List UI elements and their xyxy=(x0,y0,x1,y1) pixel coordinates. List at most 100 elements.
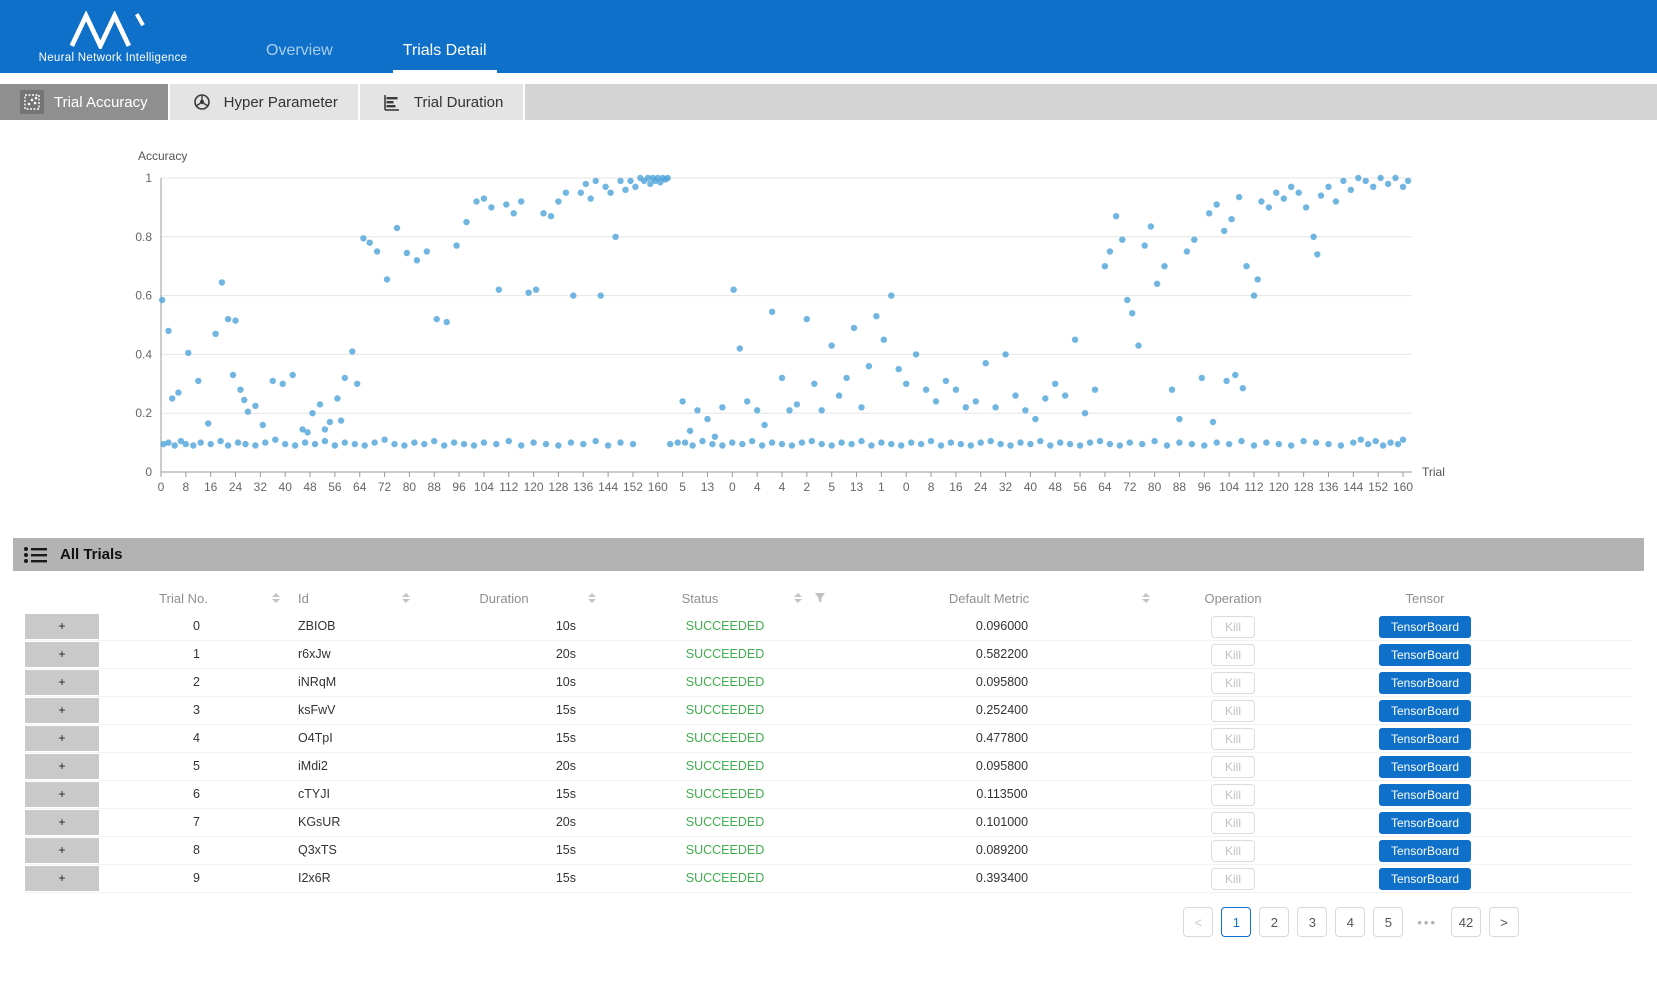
nav-trials-detail[interactable]: Trials Detail xyxy=(393,42,497,73)
sort-icon[interactable] xyxy=(794,593,802,603)
svg-text:96: 96 xyxy=(1198,480,1212,494)
accuracy-chart: 00.20.40.60.8108162432404856647280889610… xyxy=(0,130,1657,510)
cell-id: iMdi2 xyxy=(294,753,424,780)
kill-button[interactable]: Kill xyxy=(1211,868,1255,890)
sort-icon[interactable] xyxy=(402,593,410,603)
svg-text:56: 56 xyxy=(328,480,342,494)
svg-text:0.2: 0.2 xyxy=(135,406,152,420)
pagination-page-5[interactable]: 5 xyxy=(1373,907,1403,937)
cell-id: O4TpI xyxy=(294,725,424,752)
chart-tabbar: Trial Accuracy Hyper Parameter Trial Dur… xyxy=(0,84,1657,120)
tab-hyper-parameter[interactable]: Hyper Parameter xyxy=(170,84,360,120)
pagination-next-button[interactable]: > xyxy=(1489,907,1519,937)
filter-icon[interactable] xyxy=(814,592,826,604)
kill-button[interactable]: Kill xyxy=(1211,700,1255,722)
svg-text:40: 40 xyxy=(1024,480,1038,494)
svg-text:80: 80 xyxy=(403,480,417,494)
nav-overview[interactable]: Overview xyxy=(256,42,343,73)
svg-text:48: 48 xyxy=(303,480,317,494)
svg-text:72: 72 xyxy=(1123,480,1137,494)
tensorboard-button[interactable]: TensorBoard xyxy=(1379,756,1471,778)
pagination-prev-button[interactable]: < xyxy=(1183,907,1213,937)
kill-button[interactable]: Kill xyxy=(1211,728,1255,750)
cell-default-metric: 0.252400 xyxy=(840,697,1164,724)
svg-text:24: 24 xyxy=(229,480,243,494)
svg-text:0: 0 xyxy=(145,465,152,479)
scatter-chart-icon xyxy=(20,90,44,114)
svg-text:112: 112 xyxy=(499,480,518,494)
expand-row-button[interactable]: + xyxy=(25,838,99,863)
column-default-metric: Default Metric xyxy=(840,591,1164,606)
svg-text:0: 0 xyxy=(729,480,736,494)
pagination-page-42[interactable]: 42 xyxy=(1451,907,1481,937)
kill-button[interactable]: Kill xyxy=(1211,756,1255,778)
tensorboard-button[interactable]: TensorBoard xyxy=(1379,672,1471,694)
table-row: +6cTYJI15sSUCCEEDED0.113500KillTensorBoa… xyxy=(25,781,1632,809)
filler-cell xyxy=(1548,753,1632,780)
column-status: Status xyxy=(610,591,840,606)
expand-row-button[interactable]: + xyxy=(25,754,99,779)
pagination-ellipsis: ••• xyxy=(1411,907,1443,937)
expand-row-button[interactable]: + xyxy=(25,782,99,807)
table-row: +3ksFwV15sSUCCEEDED0.252400KillTensorBoa… xyxy=(25,697,1632,725)
cell-trial-no: 7 xyxy=(99,809,294,836)
tensorboard-button[interactable]: TensorBoard xyxy=(1379,812,1471,834)
cell-trial-no: 2 xyxy=(99,669,294,696)
pagination-page-3[interactable]: 3 xyxy=(1297,907,1327,937)
cell-status: SUCCEEDED xyxy=(610,809,840,836)
pagination-page-2[interactable]: 2 xyxy=(1259,907,1289,937)
kill-button[interactable]: Kill xyxy=(1211,812,1255,834)
filler-cell xyxy=(1548,781,1632,808)
svg-text:24: 24 xyxy=(974,480,988,494)
svg-text:128: 128 xyxy=(1294,480,1314,494)
tensorboard-button[interactable]: TensorBoard xyxy=(1379,616,1471,638)
tab-label: Trial Duration xyxy=(414,94,503,111)
expand-row-button[interactable]: + xyxy=(25,698,99,723)
sort-icon[interactable] xyxy=(1142,593,1150,603)
pagination-page-1[interactable]: 1 xyxy=(1221,907,1251,937)
kill-button[interactable]: Kill xyxy=(1211,784,1255,806)
filler-cell xyxy=(1548,697,1632,724)
table-row: +5iMdi220sSUCCEEDED0.095800KillTensorBoa… xyxy=(25,753,1632,781)
svg-text:144: 144 xyxy=(1343,480,1363,494)
filler-cell xyxy=(1548,865,1632,892)
expand-row-button[interactable]: + xyxy=(25,810,99,835)
expand-row-button[interactable]: + xyxy=(25,726,99,751)
tensorboard-button[interactable]: TensorBoard xyxy=(1379,728,1471,750)
tab-label: Hyper Parameter xyxy=(224,94,338,111)
expand-row-button[interactable]: + xyxy=(25,866,99,891)
cell-duration: 20s xyxy=(424,809,610,836)
cell-id: I2x6R xyxy=(294,865,424,892)
kill-button[interactable]: Kill xyxy=(1211,672,1255,694)
svg-text:0.6: 0.6 xyxy=(135,289,152,303)
pagination-page-4[interactable]: 4 xyxy=(1335,907,1365,937)
tensorboard-button[interactable]: TensorBoard xyxy=(1379,700,1471,722)
table-body: +0ZBIOB10sSUCCEEDED0.096000KillTensorBoa… xyxy=(25,613,1632,893)
tensorboard-button[interactable]: TensorBoard xyxy=(1379,644,1471,666)
column-trial-no: Trial No. xyxy=(99,591,294,606)
kill-button[interactable]: Kill xyxy=(1211,644,1255,666)
expand-row-button[interactable]: + xyxy=(25,670,99,695)
table-row: +4O4TpI15sSUCCEEDED0.477800KillTensorBoa… xyxy=(25,725,1632,753)
expand-row-button[interactable]: + xyxy=(25,614,99,639)
sort-icon[interactable] xyxy=(272,593,280,603)
svg-text:120: 120 xyxy=(1269,480,1289,494)
tensorboard-button[interactable]: TensorBoard xyxy=(1379,784,1471,806)
svg-text:0: 0 xyxy=(158,480,165,494)
svg-text:152: 152 xyxy=(1368,480,1388,494)
tab-trial-accuracy[interactable]: Trial Accuracy xyxy=(0,84,170,120)
cell-id: ksFwV xyxy=(294,697,424,724)
tensorboard-button[interactable]: TensorBoard xyxy=(1379,840,1471,862)
tensorboard-button[interactable]: TensorBoard xyxy=(1379,868,1471,890)
tab-label: Trial Accuracy xyxy=(54,94,148,111)
expand-row-button[interactable]: + xyxy=(25,642,99,667)
kill-button[interactable]: Kill xyxy=(1211,840,1255,862)
x-axis-label: Trial xyxy=(1422,465,1445,479)
kill-button[interactable]: Kill xyxy=(1211,616,1255,638)
tab-trial-duration[interactable]: Trial Duration xyxy=(360,84,525,120)
svg-text:16: 16 xyxy=(204,480,218,494)
cell-trial-no: 9 xyxy=(99,865,294,892)
accuracy-chart-section: 00.20.40.60.8108162432404856647280889610… xyxy=(0,120,1657,528)
cell-status: SUCCEEDED xyxy=(610,641,840,668)
sort-icon[interactable] xyxy=(588,593,596,603)
